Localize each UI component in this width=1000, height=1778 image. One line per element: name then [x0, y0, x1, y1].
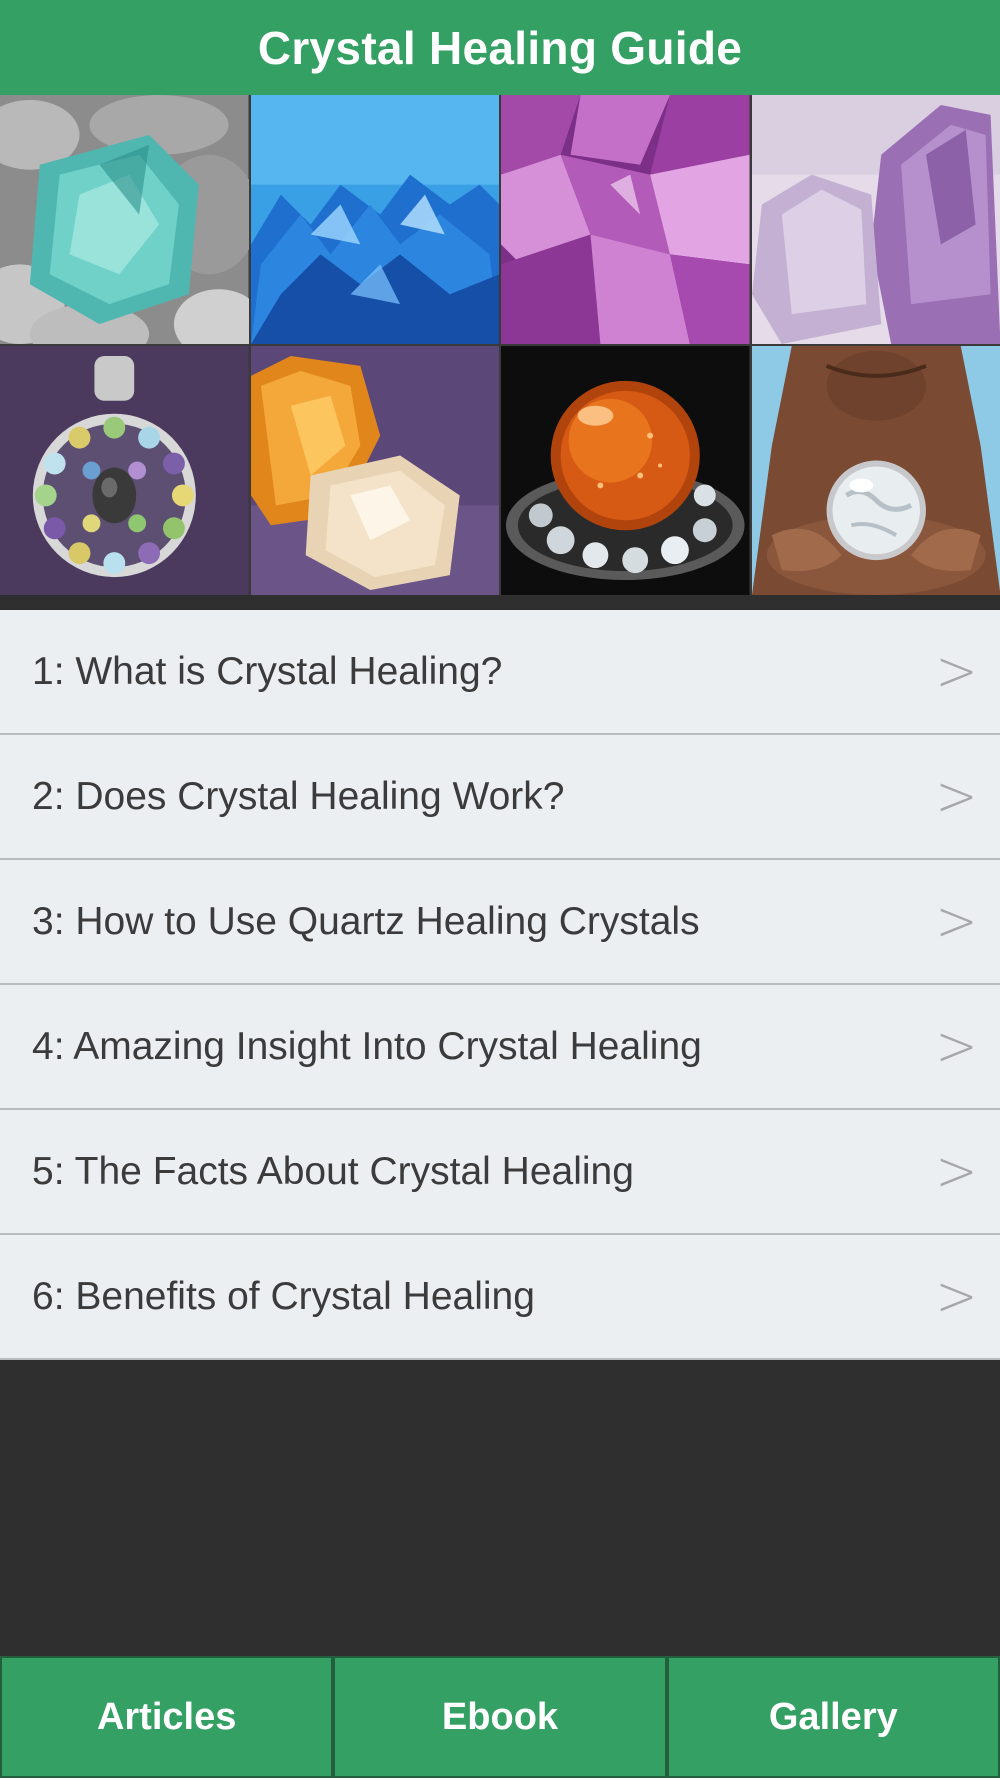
list-item-does-crystal-healing-work[interactable]: 2: Does Crystal Healing Work? > — [0, 735, 1000, 860]
bottom-tab-bar: Articles Ebook Gallery — [0, 1654, 1000, 1778]
list-item-benefits-of-crystal-healing[interactable]: 6: Benefits of Crystal Healing > — [0, 1235, 1000, 1360]
photo-aqua-crystal — [0, 95, 249, 344]
tab-label: Articles — [96, 1695, 237, 1738]
article-list: 1: What is Crystal Healing? > 2: Does Cr… — [0, 610, 1000, 1360]
tab-gallery[interactable]: Gallery — [666, 1656, 1000, 1778]
page-title: Crystal Healing Guide — [257, 21, 743, 74]
tab-ebook[interactable]: Ebook — [333, 1656, 667, 1778]
tab-articles[interactable]: Articles — [0, 1656, 334, 1778]
list-item-label: 3: How to Use Quartz Healing Crystals — [32, 899, 700, 943]
list-item-label: 6: Benefits of Crystal Healing — [32, 1274, 535, 1318]
tab-label: Gallery — [768, 1695, 898, 1738]
list-item-label: 4: Amazing Insight Into Crystal Healing — [32, 1024, 702, 1068]
chevron-right-icon: > — [935, 1138, 978, 1204]
list-item-quartz-healing-crystals[interactable]: 3: How to Use Quartz Healing Crystals > — [0, 860, 1000, 985]
photo-lavender-amethyst — [751, 95, 1000, 344]
photo-amber-crystal-ball — [501, 346, 750, 595]
photo-purple-amethyst — [501, 95, 750, 344]
crystal-photo-grid — [0, 95, 1000, 595]
photo-blue-crystals — [250, 95, 499, 344]
list-item-label: 1: What is Crystal Healing? — [32, 649, 503, 693]
chevron-right-icon: > — [935, 763, 978, 829]
chevron-right-icon: > — [935, 888, 978, 954]
list-item-label: 5: The Facts About Crystal Healing — [32, 1149, 634, 1193]
app-screen: Crystal Healing Guide 1: What is Crystal… — [0, 0, 1000, 1778]
tab-label: Ebook — [441, 1695, 559, 1738]
chevron-right-icon: > — [935, 638, 978, 704]
chevron-right-icon: > — [935, 1263, 978, 1329]
photo-hands-crystal-globe — [751, 346, 1000, 595]
photo-gemstone-pendant — [0, 346, 249, 595]
list-item-what-is-crystal-healing[interactable]: 1: What is Crystal Healing? > — [0, 610, 1000, 735]
photo-citrine-quartz — [250, 346, 499, 595]
list-item-facts-about-crystal-healing[interactable]: 5: The Facts About Crystal Healing > — [0, 1110, 1000, 1235]
title-bar: Crystal Healing Guide — [0, 0, 1000, 95]
list-item-label: 2: Does Crystal Healing Work? — [32, 774, 565, 818]
gallery-divider — [0, 595, 1000, 610]
list-item-amazing-insight[interactable]: 4: Amazing Insight Into Crystal Healing … — [0, 985, 1000, 1110]
chevron-right-icon: > — [935, 1013, 978, 1079]
